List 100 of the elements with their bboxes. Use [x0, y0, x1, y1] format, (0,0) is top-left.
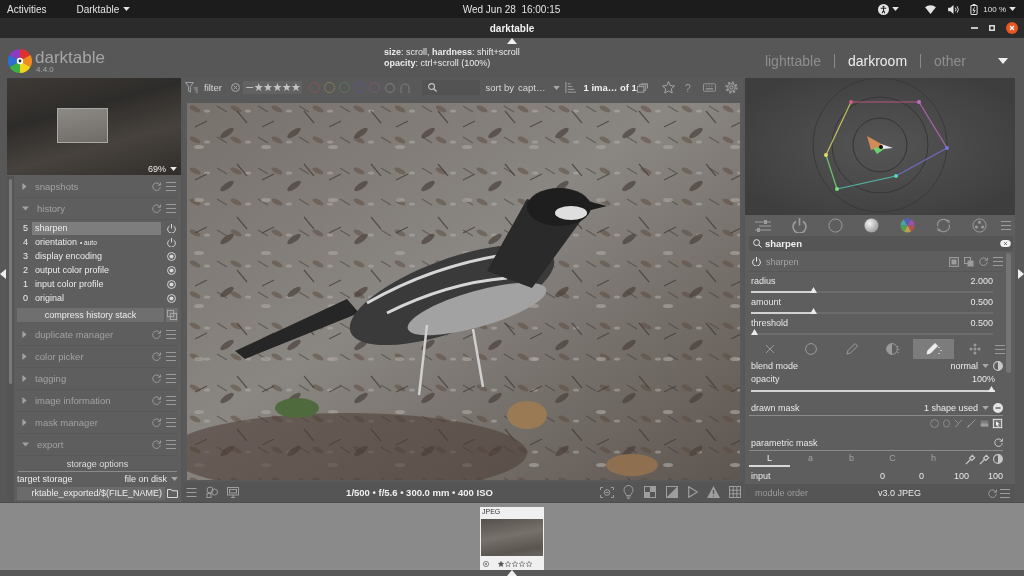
star-icon[interactable]: [512, 560, 518, 567]
triangle-up-icon[interactable]: [507, 38, 517, 44]
circle-dot-icon[interactable]: [167, 251, 176, 261]
storage-dropdown[interactable]: file on disk: [124, 474, 178, 484]
input-value[interactable]: 0: [885, 470, 924, 481]
module-search-field[interactable]: sharpen: [749, 236, 1013, 251]
power-icon[interactable]: [167, 237, 176, 247]
copy-icon[interactable]: [166, 308, 178, 322]
caret-down-icon[interactable]: [22, 442, 29, 447]
history-item[interactable]: original: [32, 291, 161, 305]
color-wheel-icon[interactable]: [899, 218, 915, 233]
circular-arrows-icon[interactable]: [935, 218, 951, 233]
scrollbar[interactable]: [1006, 253, 1011, 373]
caret-right-icon[interactable]: [22, 353, 27, 360]
slider-value[interactable]: 0.500: [970, 296, 993, 307]
history-item[interactable]: output color profile: [32, 263, 161, 277]
grid-icon[interactable]: [729, 486, 741, 498]
caret-right-icon[interactable]: [22, 375, 27, 382]
settings-icon[interactable]: [724, 81, 738, 94]
caret-down-icon[interactable]: [22, 206, 29, 211]
history-item[interactable]: input color profile: [32, 277, 161, 291]
half-circle-icon[interactable]: [993, 361, 1003, 371]
filter-icon[interactable]: [185, 82, 198, 93]
lightbulb-icon[interactable]: [623, 485, 634, 499]
half-circle-icon[interactable]: [993, 454, 1003, 464]
reset-icon[interactable]: [152, 182, 161, 191]
menu-icon[interactable]: [993, 257, 1003, 266]
sort-dropdown[interactable]: capt…: [518, 82, 561, 93]
blend-tab[interactable]: [913, 339, 954, 359]
scrollbar[interactable]: [9, 179, 12, 384]
reset-icon[interactable]: [152, 204, 161, 213]
star-outline-icon[interactable]: [661, 81, 675, 94]
reset-icon[interactable]: [988, 488, 997, 498]
circle-dot-icon[interactable]: [167, 279, 176, 289]
caret-right-icon[interactable]: [22, 397, 27, 404]
accessibility-icon[interactable]: [878, 3, 890, 15]
history-item[interactable]: sharpen: [32, 221, 161, 235]
rating-filter[interactable]: −★★★★★: [242, 81, 303, 94]
maximize-icon[interactable]: [989, 25, 995, 31]
slider-handle[interactable]: [988, 386, 995, 392]
minus-circle-icon[interactable]: [993, 402, 1003, 413]
triangle-outline-icon[interactable]: [688, 486, 698, 498]
menu-icon[interactable]: [166, 396, 176, 405]
copy-icon[interactable]: [964, 256, 974, 267]
square-icon[interactable]: [949, 256, 959, 267]
star-icon[interactable]: [526, 560, 532, 567]
monitor-icon[interactable]: [227, 486, 239, 498]
module-order-value[interactable]: v3.0 JPEG: [878, 488, 985, 498]
slider-handle[interactable]: [809, 287, 817, 293]
gradient-icon[interactable]: [979, 418, 990, 429]
menu-icon[interactable]: [166, 330, 176, 339]
app-menu[interactable]: Darktable: [76, 3, 131, 15]
menu-icon[interactable]: [995, 344, 1005, 354]
menu-icon[interactable]: [166, 352, 176, 361]
blend-mode-dropdown[interactable]: normal: [950, 361, 989, 371]
search-field[interactable]: [422, 80, 481, 95]
star-rating[interactable]: [498, 560, 532, 567]
viewport-frame[interactable]: [57, 108, 108, 143]
menu-icon[interactable]: [1000, 488, 1010, 498]
path-field[interactable]: rktable_exported/$(FILE_NAME): [17, 486, 165, 500]
channel-tab[interactable]: L: [749, 451, 790, 467]
stacked-squares-icon[interactable]: [636, 82, 648, 93]
volume-icon[interactable]: [948, 4, 960, 14]
circle-shape-icon[interactable]: [929, 418, 940, 429]
input-value[interactable]: 100: [969, 470, 1003, 481]
caret-icon[interactable]: [1009, 7, 1016, 11]
keyboard-icon[interactable]: [702, 83, 716, 92]
menu-icon[interactable]: [166, 182, 176, 191]
battery-percentage[interactable]: 100 %: [983, 4, 1006, 14]
slider-value[interactable]: 100%: [971, 374, 995, 384]
zoom-dropdown[interactable]: 69%: [148, 164, 177, 174]
slider-value[interactable]: 2.000: [970, 275, 993, 286]
overlapping-circles-icon[interactable]: [206, 486, 218, 498]
caret-icon[interactable]: [998, 58, 1008, 64]
reset-icon[interactable]: [152, 440, 161, 449]
reset-icon[interactable]: [994, 438, 1003, 447]
input-value[interactable]: 100: [924, 470, 969, 481]
pointer-square-icon[interactable]: [992, 418, 1003, 429]
half-filled-square-icon[interactable]: [666, 486, 678, 498]
star-icon[interactable]: [498, 560, 504, 567]
circle-x-icon[interactable]: [483, 560, 489, 567]
caret-right-icon[interactable]: [22, 183, 27, 190]
circle-dot-icon[interactable]: [167, 293, 176, 303]
sliders-icon[interactable]: [755, 218, 771, 233]
sort-icon[interactable]: [565, 82, 577, 93]
ring-icon[interactable]: [385, 82, 396, 93]
triangle-right-icon[interactable]: [1018, 268, 1024, 280]
reset-icon[interactable]: [152, 352, 161, 361]
wifi-icon[interactable]: [925, 4, 937, 14]
close-icon[interactable]: [1006, 22, 1018, 34]
power-icon[interactable]: [167, 223, 176, 233]
reset-icon[interactable]: [152, 330, 161, 339]
star-icon[interactable]: [519, 560, 525, 567]
reset-icon[interactable]: [152, 396, 161, 405]
viewfinder-icon[interactable]: [600, 486, 614, 498]
compress-history-button[interactable]: compress history stack: [17, 308, 164, 322]
arch-icon[interactable]: [400, 82, 411, 93]
ellipse-shape-icon[interactable]: [942, 418, 951, 429]
menu-icon[interactable]: [166, 204, 176, 213]
sphere-icon[interactable]: [863, 218, 879, 233]
